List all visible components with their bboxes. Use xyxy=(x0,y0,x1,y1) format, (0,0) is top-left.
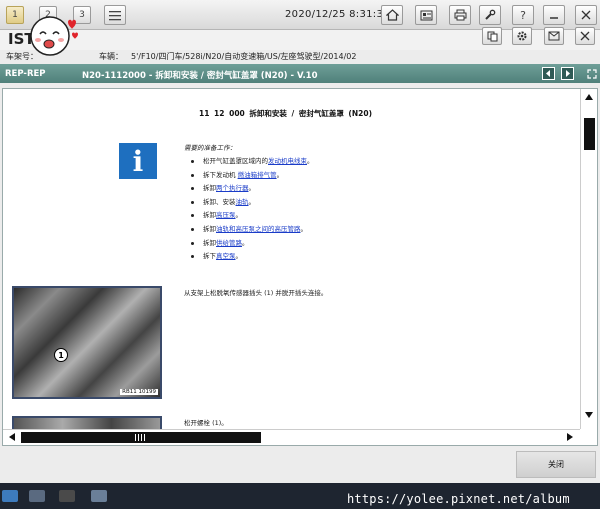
taskbar-app-icon[interactable] xyxy=(91,490,107,502)
vehicle-label: 车辆： xyxy=(99,52,123,61)
scroll-right-icon[interactable] xyxy=(567,433,573,443)
list-item: 拆卸高压泵。 xyxy=(184,209,314,223)
horizontal-scroll-thumb[interactable] xyxy=(21,432,261,443)
document-title-bar: REP-REP N20-1112000 - 拆卸和安装 / 密封气缸盖罩 (N2… xyxy=(0,64,600,83)
taskbar-app-icon[interactable] xyxy=(2,490,18,502)
doc-type-prefix: REP-REP xyxy=(5,69,46,79)
close-icon[interactable] xyxy=(575,5,597,25)
taskbar-app-icon[interactable] xyxy=(59,490,75,502)
home-icon[interactable] xyxy=(381,5,403,25)
secondary-bar xyxy=(0,30,600,50)
info-icon: i xyxy=(119,143,157,179)
datetime-display: 2020/12/25 8:31:39 xyxy=(285,9,390,20)
prep-link[interactable]: 发动机电线束 xyxy=(268,157,307,165)
prep-link[interactable]: 高压泵 xyxy=(216,211,236,219)
document-heading: 11 12 000 拆卸和安装 / 密封气缸盖罩 (N20) xyxy=(199,109,373,118)
vehicle-info-row: 车架号： 车辆： 5'/F10/四门车/528i/N20/自动变速箱/US/左座… xyxy=(0,49,600,63)
list-item: 拆卸供给管路。 xyxy=(184,237,314,251)
doc-title-bar-text: N20-1112000 - 拆卸和安装 / 密封气缸盖罩 (N20) - V.1… xyxy=(82,71,318,81)
photo-marker: 1 xyxy=(54,348,68,362)
expand-icon[interactable] xyxy=(585,67,598,80)
step-text: 从支架上松脱氧传感器插头 (1) 并脱开插头连接。 xyxy=(184,289,328,297)
minimize-icon[interactable] xyxy=(543,5,565,25)
copy-icon[interactable] xyxy=(482,27,502,45)
scroll-down-icon[interactable] xyxy=(585,411,593,420)
prep-link[interactable]: 油轨 xyxy=(236,198,249,206)
list-item: 拆卸两个执行器。 xyxy=(184,182,314,196)
vertical-scroll-thumb[interactable] xyxy=(584,118,596,168)
wrench-icon[interactable] xyxy=(479,5,501,25)
document-viewer: 11 12 000 拆卸和安装 / 密封气缸盖罩 (N20) i 需要的准备工作… xyxy=(2,88,598,446)
previous-document-button[interactable] xyxy=(542,67,555,80)
list-item: 拆下发动机 燃油箱排气管。 xyxy=(184,169,314,183)
emoji-sticker-icon xyxy=(30,16,78,56)
list-icon[interactable] xyxy=(104,5,126,25)
vehicle-value: 5'/F10/四门车/528i/N20/自动变速箱/US/左座驾驶型/2014/… xyxy=(131,52,357,61)
vertical-scrollbar[interactable] xyxy=(580,89,597,429)
prep-link[interactable]: 两个执行器 xyxy=(216,184,249,192)
photo-code: RB11 10199 xyxy=(120,389,158,395)
vehicle-data-icon[interactable] xyxy=(415,5,437,25)
preparation-title: 需要的准备工作： xyxy=(184,144,236,152)
prep-link[interactable]: 供给管路 xyxy=(216,239,242,247)
list-item: 拆卸、安装油轨。 xyxy=(184,196,314,210)
taskbar-app-icon[interactable] xyxy=(29,490,45,502)
prep-link[interactable]: 油轨和高压泵之间的高压管路 xyxy=(216,225,301,233)
watermark-text: https://yolee.pixnet.net/album xyxy=(347,492,570,506)
session-tab-1[interactable]: 1 xyxy=(6,6,24,24)
list-item: 拆下真空泵。 xyxy=(184,250,314,264)
print-icon[interactable] xyxy=(449,5,471,25)
preparation-section: 需要的准备工作： 松开气缸盖罩区域内的发动机电线束。 拆下发动机 燃油箱排气管。… xyxy=(184,142,314,264)
scroll-left-icon[interactable] xyxy=(9,433,15,443)
horizontal-scrollbar[interactable] xyxy=(3,429,580,445)
close-button[interactable]: 关闭 xyxy=(516,451,596,478)
close-session-icon[interactable] xyxy=(575,27,595,45)
preparation-list: 松开气缸盖罩区域内的发动机电线束。 拆下发动机 燃油箱排气管。 拆卸两个执行器。… xyxy=(184,155,314,264)
top-toolbar: 1 2 3 2020/12/25 8:31:39 ? xyxy=(0,0,600,30)
scroll-up-icon[interactable] xyxy=(585,93,593,102)
help-button[interactable]: ? xyxy=(512,5,534,25)
prep-link[interactable]: 燃油箱排气管 xyxy=(238,171,277,179)
gear-icon[interactable] xyxy=(512,27,532,45)
list-item: 松开气缸盖罩区域内的发动机电线束。 xyxy=(184,155,314,169)
next-document-button[interactable] xyxy=(561,67,574,80)
mail-icon[interactable] xyxy=(544,27,564,45)
step-text: 松开螺栓 (1)。 xyxy=(184,419,228,427)
engine-photo[interactable]: 1 RB11 10199 xyxy=(12,286,162,399)
prep-link[interactable]: 真空泵 xyxy=(216,252,236,260)
list-item: 拆卸油轨和高压泵之间的高压管路。 xyxy=(184,223,314,237)
